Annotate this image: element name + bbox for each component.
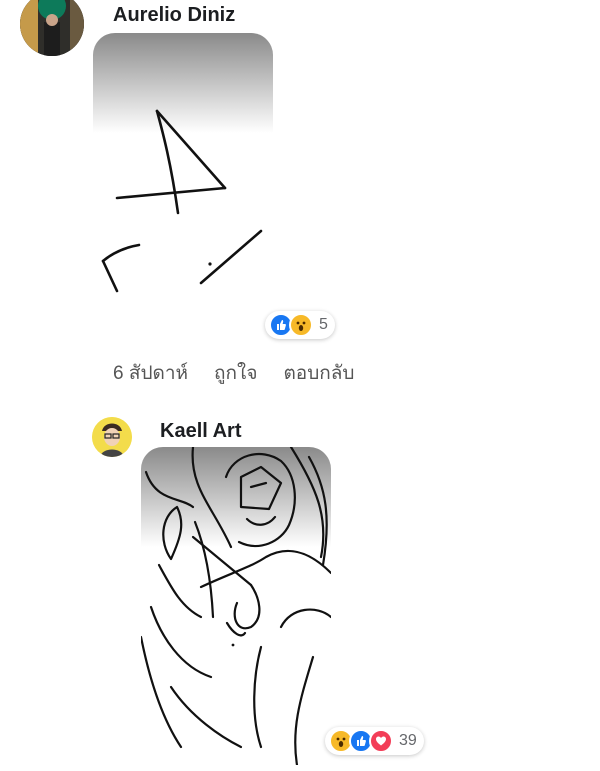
reply-link[interactable]: ตอบกลับ [283,358,354,388]
reaction-count: 39 [399,732,417,749]
comment-sticker-image[interactable] [141,447,331,765]
sketch-drawing [141,447,331,765]
comment-time: 6 สัปดาห์ [113,363,189,384]
reaction-summary[interactable]: 5 [265,311,335,339]
comment-sticker-image[interactable] [93,33,273,351]
avatar-image [92,417,132,457]
avatar-kaell[interactable] [92,417,132,457]
author-name[interactable]: Kaell Art [160,420,242,443]
love-icon [369,729,393,753]
reaction-summary[interactable]: 39 [325,727,424,755]
reaction-count: 5 [319,316,328,333]
sketch-drawing [101,109,263,293]
wow-icon [289,313,313,337]
avatar-aurelio[interactable] [20,0,84,56]
comment-actions: 6 สัปดาห์ ถูกใจ ตอบกลับ [113,358,355,388]
author-name[interactable]: Aurelio Diniz [113,4,235,27]
avatar-image [20,0,84,56]
like-link[interactable]: ถูกใจ [214,358,257,388]
